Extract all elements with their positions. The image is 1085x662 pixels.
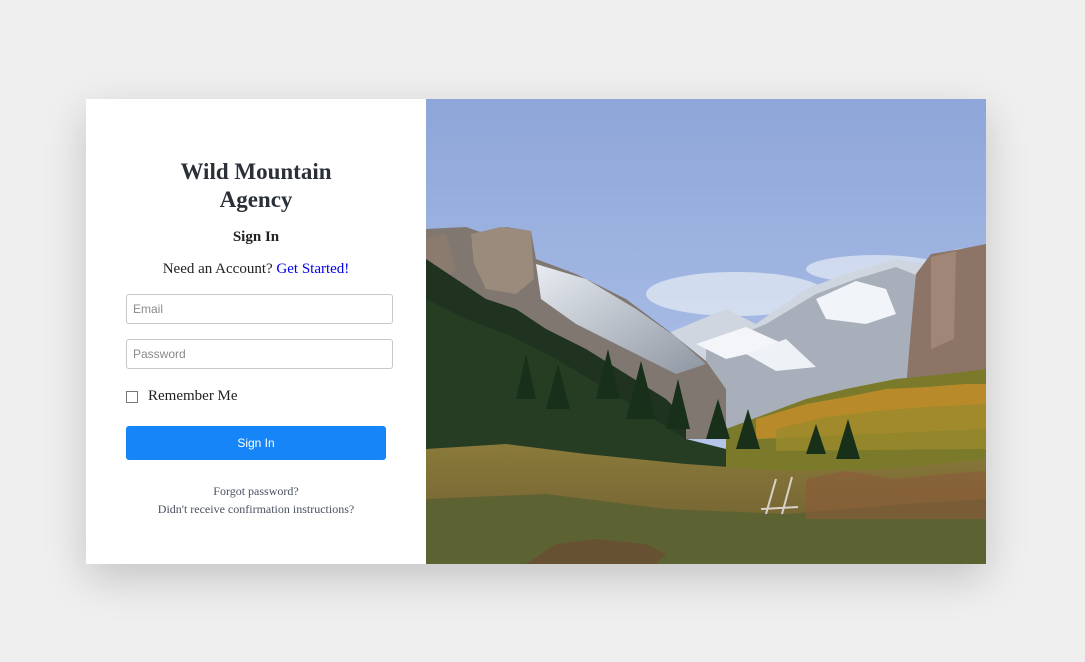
need-account-row: Need an Account? Get Started! xyxy=(86,261,426,278)
remember-me-checkbox[interactable] xyxy=(126,390,138,403)
forgot-password-link[interactable]: Forgot password? xyxy=(86,482,426,500)
form-heading: Sign In xyxy=(232,229,280,245)
brand-title: Wild Mountain Agency xyxy=(86,158,426,214)
brand-title-line1: Wild Mountain xyxy=(180,159,332,184)
brand-title-line2: Agency xyxy=(219,187,293,212)
get-started-link[interactable]: Get Started! xyxy=(276,261,349,277)
need-account-text: Need an Account? xyxy=(162,261,273,277)
confirmation-instructions-link[interactable]: Didn't receive confirmation instructions… xyxy=(86,500,426,518)
remember-me-label[interactable]: Remember Me xyxy=(148,388,238,405)
password-field[interactable] xyxy=(126,339,393,369)
remember-me-row: Remember Me xyxy=(126,388,238,405)
landscape-illustration xyxy=(426,99,986,564)
sign-in-card: Wild Mountain Agency Sign In Need an Acc… xyxy=(86,99,986,564)
email-field[interactable] xyxy=(126,294,393,324)
sign-in-panel: Wild Mountain Agency Sign In Need an Acc… xyxy=(86,99,426,564)
mountain-landscape-image xyxy=(426,99,986,564)
sign-in-button[interactable]: Sign In xyxy=(126,426,386,460)
help-links: Forgot password? Didn't receive confirma… xyxy=(86,482,426,518)
